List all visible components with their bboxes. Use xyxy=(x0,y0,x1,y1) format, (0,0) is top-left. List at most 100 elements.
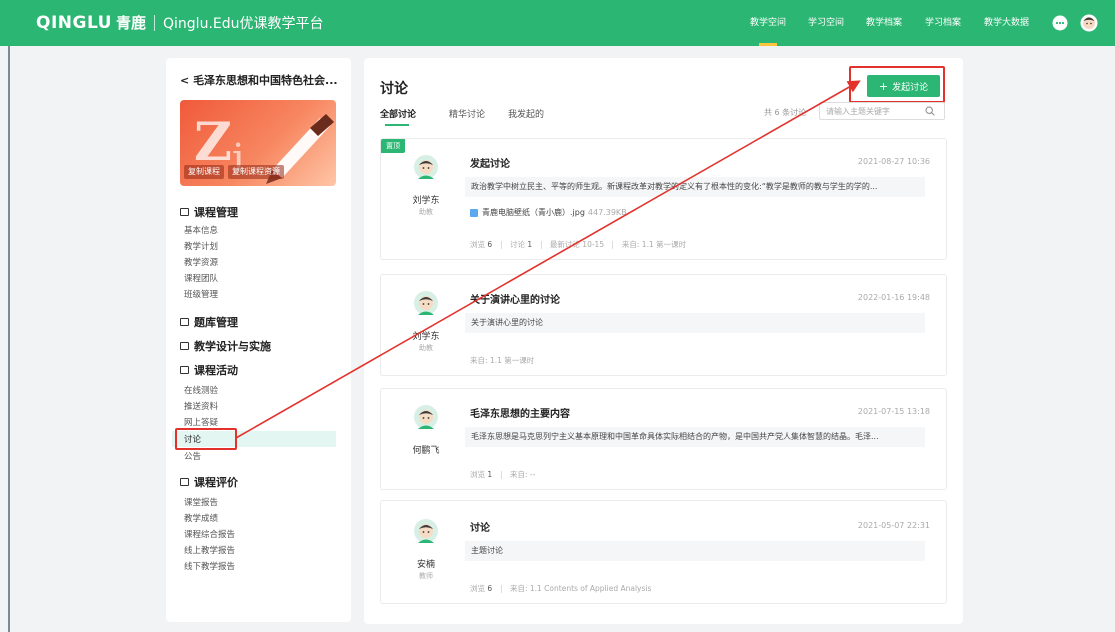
source-label: 来自: xyxy=(509,584,528,593)
sidebar-item-online-qa[interactable]: 网上答疑 xyxy=(184,416,218,428)
comments-count: 1 xyxy=(527,240,533,249)
discussion-card[interactable]: 刘学东 助教 关于演讲心里的讨论 2022-01-16 19:48 关于演讲心里… xyxy=(380,274,947,376)
course-back-title[interactable]: < 毛泽东思想和中国特色社会... xyxy=(180,72,338,88)
section-title: 课程管理 xyxy=(194,206,238,219)
discussion-meta: 浏览 6 讨论 1 最新讨论 10-15 来自: 1.1 第一课时 xyxy=(470,239,686,250)
brand-divider xyxy=(154,14,156,31)
logo-chinese: 青鹿 xyxy=(116,14,147,32)
document-icon xyxy=(180,342,189,350)
source-label: 来自: xyxy=(470,356,488,365)
source-label: 来自: xyxy=(509,470,528,479)
sidebar-item-push-materials[interactable]: 推送资料 xyxy=(184,400,218,412)
author-name: 刘学东 xyxy=(412,196,440,206)
sidebar-item-class-report[interactable]: 课堂报告 xyxy=(184,496,218,508)
sidebar-item-teaching-plan[interactable]: 教学计划 xyxy=(184,240,218,252)
discussion-title[interactable]: 讨论 xyxy=(470,519,490,534)
platform-name: Qinglu.Edu优课教学平台 xyxy=(163,16,324,32)
author-role: 助教 xyxy=(419,344,433,352)
source-lesson[interactable]: 1.1 第一课时 xyxy=(490,356,534,365)
views-count: 1 xyxy=(487,470,493,479)
section-course-management[interactable]: 课程管理 xyxy=(180,204,238,220)
chevron-left-icon: < xyxy=(180,74,190,87)
discussion-meta: 浏览 6 来自: 1.1 Contents of Applied Analysi… xyxy=(470,583,651,594)
course-title-text: 毛泽东思想和中国特色社会... xyxy=(193,74,338,87)
logo-text: QINGLU xyxy=(36,13,112,33)
discussion-excerpt: 毛泽东思想是马克思列宁主义基本原理和中国革命具体实际相结合的产物，是中国共产党人… xyxy=(465,427,925,447)
discussion-date: 2021-08-27 10:36 xyxy=(857,157,930,166)
copy-course-resource-button[interactable]: 复制课程资源 xyxy=(228,165,284,179)
author-role: 助教 xyxy=(419,208,433,216)
discussion-date: 2022-01-16 19:48 xyxy=(857,293,930,302)
discussion-excerpt: 政治教学中树立民主、平等的师生观。新课程改革对教学的定义有了根本性的变化:“教学… xyxy=(465,177,925,197)
search-icon[interactable] xyxy=(925,106,935,116)
latest-date: 10-15 xyxy=(582,240,605,249)
sidebar-item-course-report[interactable]: 课程综合报告 xyxy=(184,528,235,540)
sidebar-item-teaching-grades[interactable]: 教学成绩 xyxy=(184,512,218,524)
section-title: 教学设计与实施 xyxy=(194,340,271,353)
nav-teaching-archive[interactable]: 教学档案 xyxy=(866,0,902,46)
section-teaching-design[interactable]: 教学设计与实施 xyxy=(180,338,271,354)
source-lesson[interactable]: 1.1 第一课时 xyxy=(642,240,686,249)
discussion-card[interactable]: 安楠 教师 讨论 2021-05-07 22:31 主题讨论 浏览 6 来自: … xyxy=(380,500,947,604)
sidebar-item-class-management[interactable]: 班级管理 xyxy=(184,288,218,300)
top-navigation-bar: QINGLU 青鹿 Qinglu.Edu优课教学平台 教学空间 学习空间 教学档… xyxy=(0,0,1115,46)
sidebar-item-offline-report[interactable]: 线下教学报告 xyxy=(184,560,235,572)
section-title: 课程活动 xyxy=(194,364,238,377)
views-label: 浏览 xyxy=(470,240,485,249)
nav-teaching-space[interactable]: 教学空间 xyxy=(750,0,786,46)
author-role: 教师 xyxy=(419,572,433,580)
svg-text:Z: Z xyxy=(194,112,232,173)
avatar xyxy=(414,291,438,315)
author-name: 何鹏飞 xyxy=(412,446,440,456)
book-icon xyxy=(180,318,189,326)
comments-label: 讨论 xyxy=(509,240,525,249)
discussion-meta: 浏览 1 来自: -- xyxy=(470,469,535,480)
message-icon[interactable] xyxy=(1052,15,1068,31)
views-count: 6 xyxy=(487,240,493,249)
section-course-activities[interactable]: 课程活动 xyxy=(180,362,238,378)
course-banner: Z i 复制课程 复制课程资源 xyxy=(180,100,336,186)
source-label: 来自: xyxy=(621,240,640,249)
copy-course-button[interactable]: 复制课程 xyxy=(184,165,224,179)
tab-my-discussions[interactable]: 我发起的 xyxy=(508,107,544,120)
attachment-name: 青鹿电脑壁纸（青小鹿）.jpg xyxy=(482,208,585,217)
avatar xyxy=(414,519,438,543)
section-title: 题库管理 xyxy=(194,316,238,329)
highlight-box-discussion xyxy=(175,428,237,450)
course-sidebar: < 毛泽东思想和中国特色社会... Z i 复制课程 复制课程资源 课程管理 基… xyxy=(166,58,351,622)
section-question-bank[interactable]: 题库管理 xyxy=(180,314,238,330)
sidebar-item-online-report[interactable]: 线上教学报告 xyxy=(184,544,235,556)
discussion-panel: 讨论 + 发起讨论 全部讨论 精华讨论 我发起的 共 6 条讨论 置顶 刘学东 … xyxy=(364,58,963,624)
attachment-link[interactable]: 青鹿电脑壁纸（青小鹿）.jpg 447.39KB xyxy=(470,207,627,218)
tab-all-discussions[interactable]: 全部讨论 xyxy=(380,107,416,120)
discussion-card[interactable]: 置顶 刘学东 助教 发起讨论 2021-08-27 10:36 政治教学中树立民… xyxy=(380,138,947,260)
discussion-title[interactable]: 关于演讲心里的讨论 xyxy=(470,291,560,306)
avatar xyxy=(414,155,438,179)
sidebar-item-teaching-resources[interactable]: 教学资源 xyxy=(184,256,218,268)
brand-logo[interactable]: QINGLU 青鹿 Qinglu.Edu优课教学平台 xyxy=(36,12,324,33)
chart-icon xyxy=(180,478,189,486)
discussion-count: 共 6 条讨论 xyxy=(764,108,807,117)
nav-teaching-big-data[interactable]: 教学大数据 xyxy=(984,0,1029,46)
sidebar-item-basic-info[interactable]: 基本信息 xyxy=(184,224,218,236)
active-tab-indicator xyxy=(385,124,409,126)
discussion-card[interactable]: 何鹏飞 毛泽东思想的主要内容 2021-07-15 13:18 毛泽东思想是马克… xyxy=(380,388,947,490)
user-avatar-icon[interactable] xyxy=(1080,14,1098,32)
nav-learning-archive[interactable]: 学习档案 xyxy=(925,0,961,46)
sidebar-item-online-quiz[interactable]: 在线测验 xyxy=(184,384,218,396)
megaphone-icon xyxy=(180,366,189,374)
discussion-date: 2021-05-07 22:31 xyxy=(857,521,930,530)
tab-featured-discussions[interactable]: 精华讨论 xyxy=(449,107,485,120)
discussion-title[interactable]: 毛泽东思想的主要内容 xyxy=(470,405,570,420)
nav-learning-space[interactable]: 学习空间 xyxy=(808,0,844,46)
attachment-size: 447.39KB xyxy=(587,208,627,217)
source-lesson[interactable]: 1.1 Contents of Applied Analysis xyxy=(530,584,652,593)
section-course-evaluation[interactable]: 课程评价 xyxy=(180,474,238,490)
sidebar-item-course-team[interactable]: 课程团队 xyxy=(184,272,218,284)
discussion-date: 2021-07-15 13:18 xyxy=(857,407,930,416)
page-title: 讨论 xyxy=(380,81,408,97)
section-title: 课程评价 xyxy=(194,476,238,489)
author-name: 刘学东 xyxy=(412,332,440,342)
sidebar-item-announcement[interactable]: 公告 xyxy=(184,450,201,462)
discussion-title[interactable]: 发起讨论 xyxy=(470,155,510,170)
